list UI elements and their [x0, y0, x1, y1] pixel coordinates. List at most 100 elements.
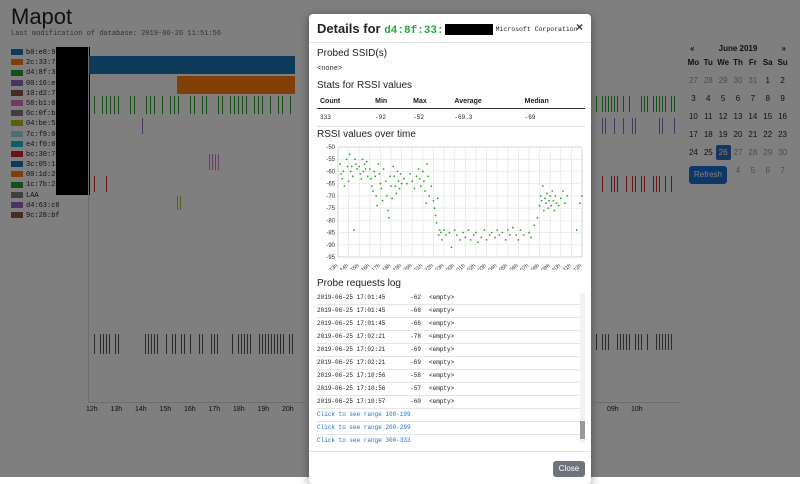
rssi-point [562, 190, 564, 192]
rssi-point [350, 165, 353, 168]
rssi-point [453, 229, 456, 232]
rssi-point [374, 175, 377, 178]
rssi-point [391, 197, 394, 200]
rssi-point [432, 199, 435, 202]
rssi-point [483, 229, 486, 232]
rssi-point [559, 197, 562, 200]
rssi-point [555, 202, 558, 205]
rssi-y-tick-label: -75 [326, 206, 335, 212]
log-ssid: <empty> [429, 294, 455, 301]
rssi-point [340, 172, 343, 175]
rssi-point [498, 234, 501, 236]
rssi-point [346, 165, 349, 168]
rssi-point [508, 234, 511, 236]
rssi-x-tick-label: 23h [434, 263, 445, 270]
stats-value-cell: -92 [372, 108, 411, 127]
rssi-point [575, 229, 578, 232]
log-row: 2019-06-25 17:10:57 -60 <empty> [317, 396, 585, 409]
rssi-y-tick-label: -70 [326, 194, 335, 200]
stats-header-cell: Median [521, 95, 585, 109]
rssi-point [578, 202, 581, 205]
rssi-point [436, 197, 439, 200]
log-range-link[interactable]: Click to see range 200-299 [317, 422, 585, 435]
rssi-point [464, 236, 467, 239]
mac-address: d4:8f:33: [384, 25, 444, 37]
rssi-point [538, 204, 541, 207]
rssi-y-tick-label: -95 [326, 255, 335, 261]
rssi-point [530, 236, 532, 239]
rssi-point [394, 185, 397, 188]
rssi-point [428, 194, 431, 197]
rssi-x-tick-label: 01h [456, 263, 467, 270]
rssi-x-tick-label: 20h [403, 263, 414, 270]
rssi-point [406, 182, 408, 185]
rssi-point [462, 231, 465, 234]
rssi-point [564, 202, 566, 205]
rssi-point [552, 199, 555, 202]
probed-ssid-value: <none> [317, 65, 343, 73]
probe-log-list[interactable]: 2019-06-25 17:01:45 -62 <empty> 2019-06-25 … [317, 292, 585, 444]
vendor-name: Microsoft Corporation [495, 26, 578, 34]
rssi-point [345, 158, 348, 161]
rssi-point [554, 194, 557, 197]
rssi-chart-heading: RSSI values over time [317, 129, 416, 140]
stats-value-cell: -69.3 [451, 108, 522, 127]
rssi-point [382, 168, 385, 170]
rssi-x-tick-label: 16h [360, 263, 371, 270]
rssi-y-tick-label: -85 [326, 231, 335, 237]
log-rssi: -60 [410, 398, 421, 405]
rssi-point [339, 163, 342, 166]
rssi-point [533, 224, 536, 227]
rssi-point [390, 185, 392, 188]
log-ssid: <empty> [429, 307, 455, 314]
rssi-point [547, 207, 549, 210]
stats-value-cell: -69 [521, 108, 585, 127]
rssi-point [373, 170, 375, 173]
rssi-point [380, 187, 383, 190]
rssi-point [415, 175, 418, 178]
rssi-point [541, 185, 544, 188]
rssi-point [546, 192, 548, 195]
rssi-y-tick-label: -50 [326, 145, 335, 151]
rssi-x-tick-label: 03h [477, 263, 488, 270]
log-ssid: <empty> [429, 398, 455, 405]
log-range-link[interactable]: Click to see range 300-333 [317, 435, 585, 444]
rssi-point [356, 168, 358, 170]
rssi-point [348, 153, 351, 156]
rssi-point [545, 202, 547, 205]
scrollbar-thumb[interactable] [580, 421, 585, 439]
rssi-point [440, 231, 442, 234]
close-button[interactable]: Close [553, 461, 585, 477]
rssi-point [475, 231, 477, 234]
log-ssid: <empty> [429, 385, 455, 392]
rssi-x-tick-label: 15h [350, 263, 361, 270]
rssi-point [351, 175, 354, 178]
rssi-point [519, 229, 522, 232]
log-time: 2019-06-25 17:01:45 [317, 307, 386, 314]
rssi-point [539, 194, 542, 197]
stats-header-cell: Min [372, 95, 411, 109]
rssi-point [375, 194, 378, 197]
rssi-point [421, 170, 424, 173]
log-rssi: -66 [410, 320, 421, 327]
log-row: 2019-06-25 17:01:45 -66 <empty> [317, 305, 585, 318]
rssi-point [354, 158, 356, 161]
close-icon[interactable]: × [576, 20, 583, 34]
rssi-point [371, 185, 373, 188]
modal-title-prefix: Details for [317, 21, 381, 36]
rssi-point [467, 229, 470, 232]
stats-value-cell: -52 [410, 108, 452, 127]
rssi-point [557, 204, 560, 207]
rssi-point [399, 172, 402, 175]
rssi-x-tick-label: 21h [413, 263, 424, 270]
rssi-point [426, 163, 429, 166]
rssi-point [376, 204, 379, 207]
log-range-link[interactable]: Click to see range 100-199 [317, 409, 585, 422]
log-rssi: -62 [410, 294, 421, 301]
stats-header-cell: Max [410, 95, 452, 109]
rssi-point [361, 158, 364, 161]
probe-log-scrollbar[interactable] [580, 293, 585, 443]
rssi-point [343, 185, 346, 188]
log-time: 2019-06-25 17:02:21 [317, 346, 386, 353]
rssi-point [400, 182, 403, 185]
